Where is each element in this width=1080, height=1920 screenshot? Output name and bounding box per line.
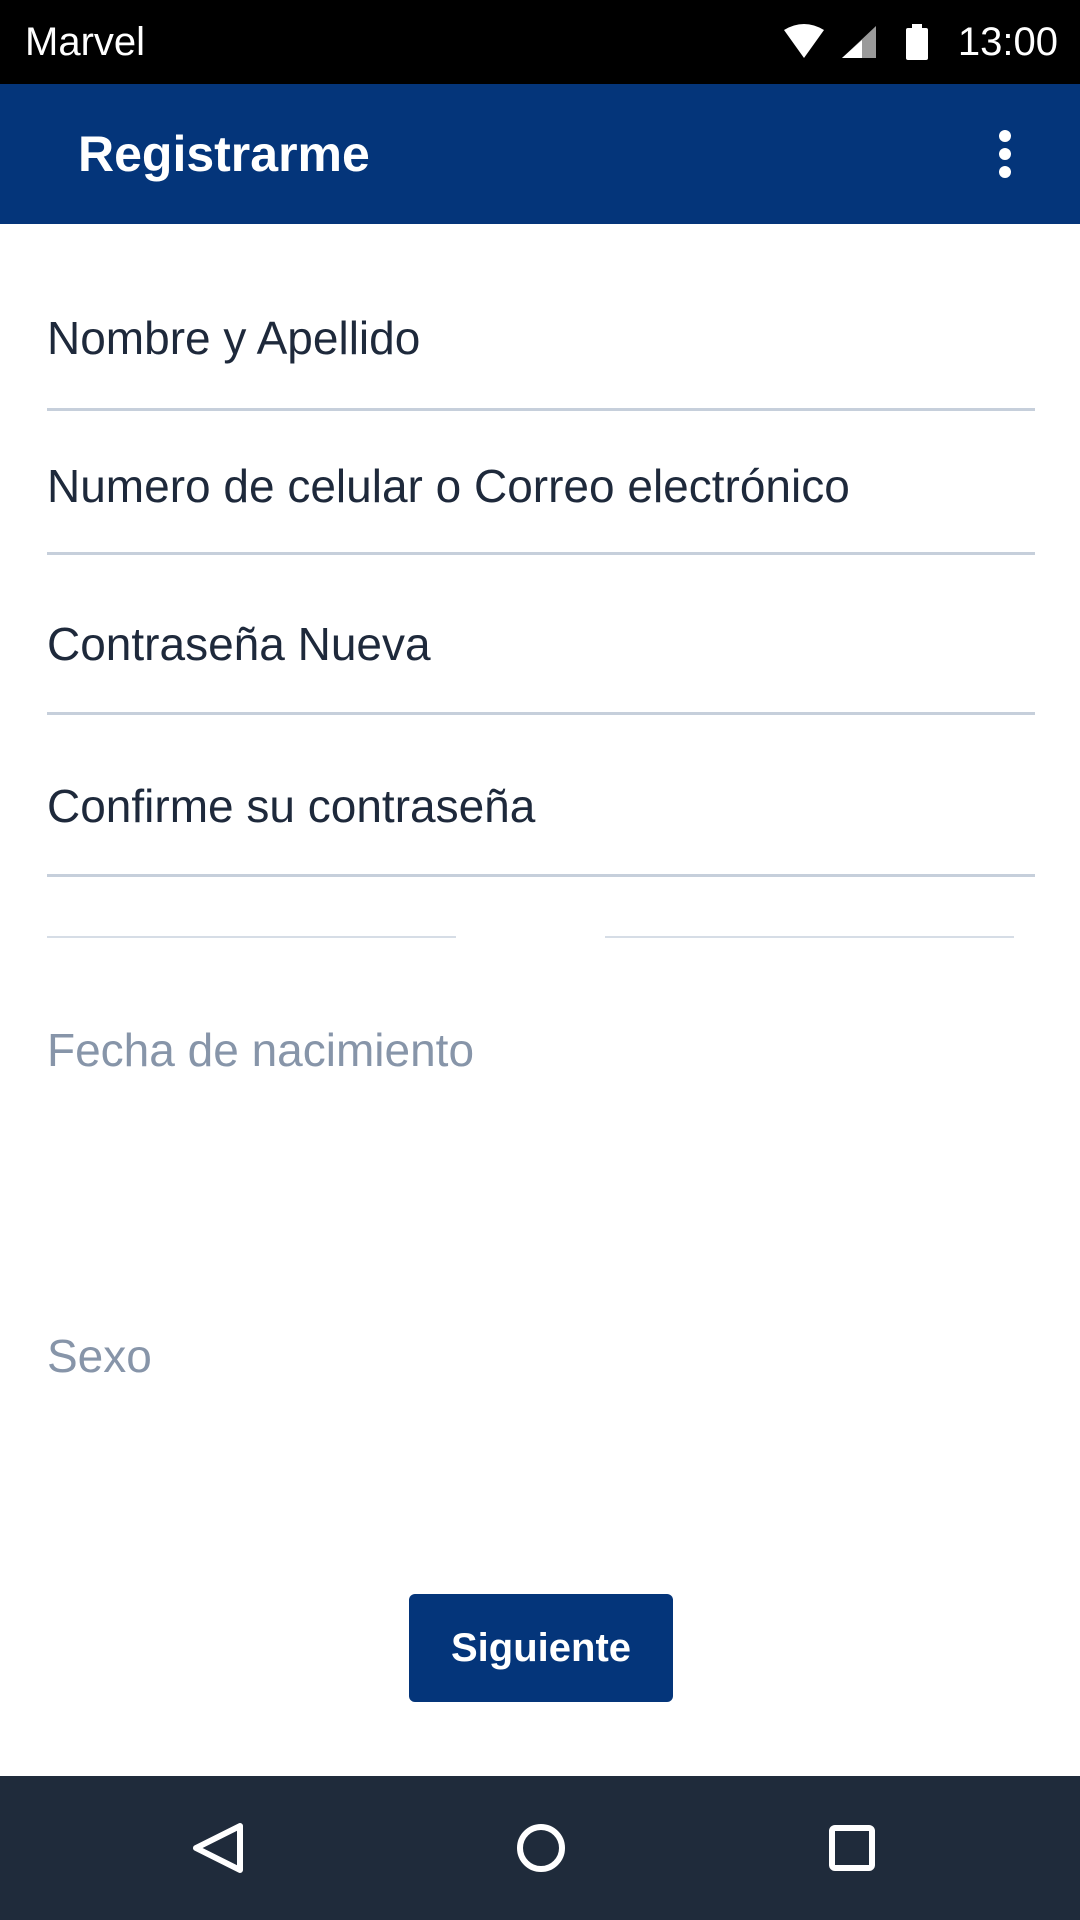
home-icon[interactable] <box>495 1802 587 1894</box>
carrier-name: Marvel <box>25 20 146 64</box>
confirm-password-field-label: Confirme su contraseña <box>47 780 536 832</box>
divider <box>605 936 1014 938</box>
phone-email-field[interactable]: Numero de celular o Correo electrónico <box>47 452 1035 555</box>
signal-icon <box>842 26 876 58</box>
app-bar: Registrarme <box>0 84 1080 224</box>
divider <box>47 936 456 938</box>
confirm-password-field[interactable]: Confirme su contraseña <box>47 772 1035 877</box>
navigation-bar <box>0 1776 1080 1920</box>
recents-icon[interactable] <box>806 1802 898 1894</box>
new-password-field[interactable]: Contraseña Nueva <box>47 610 1035 715</box>
status-bar: Marvel 13:00 <box>0 0 1080 84</box>
next-button[interactable]: Siguiente <box>409 1594 673 1702</box>
more-vert-icon[interactable] <box>980 124 1030 184</box>
name-field[interactable]: Nombre y Apellido <box>47 300 1035 411</box>
birthdate-selector[interactable]: Fecha de nacimiento <box>47 1022 474 1078</box>
wifi-icon <box>784 24 824 58</box>
page-title: Registrarme <box>78 126 370 182</box>
battery-icon <box>906 24 928 60</box>
phone-email-field-label: Numero de celular o Correo electrónico <box>47 460 850 512</box>
back-icon[interactable] <box>172 1802 264 1894</box>
new-password-field-label: Contraseña Nueva <box>47 618 431 670</box>
clock: 13:00 <box>957 20 1058 64</box>
name-field-label: Nombre y Apellido <box>47 312 421 364</box>
sex-selector[interactable]: Sexo <box>47 1328 152 1384</box>
